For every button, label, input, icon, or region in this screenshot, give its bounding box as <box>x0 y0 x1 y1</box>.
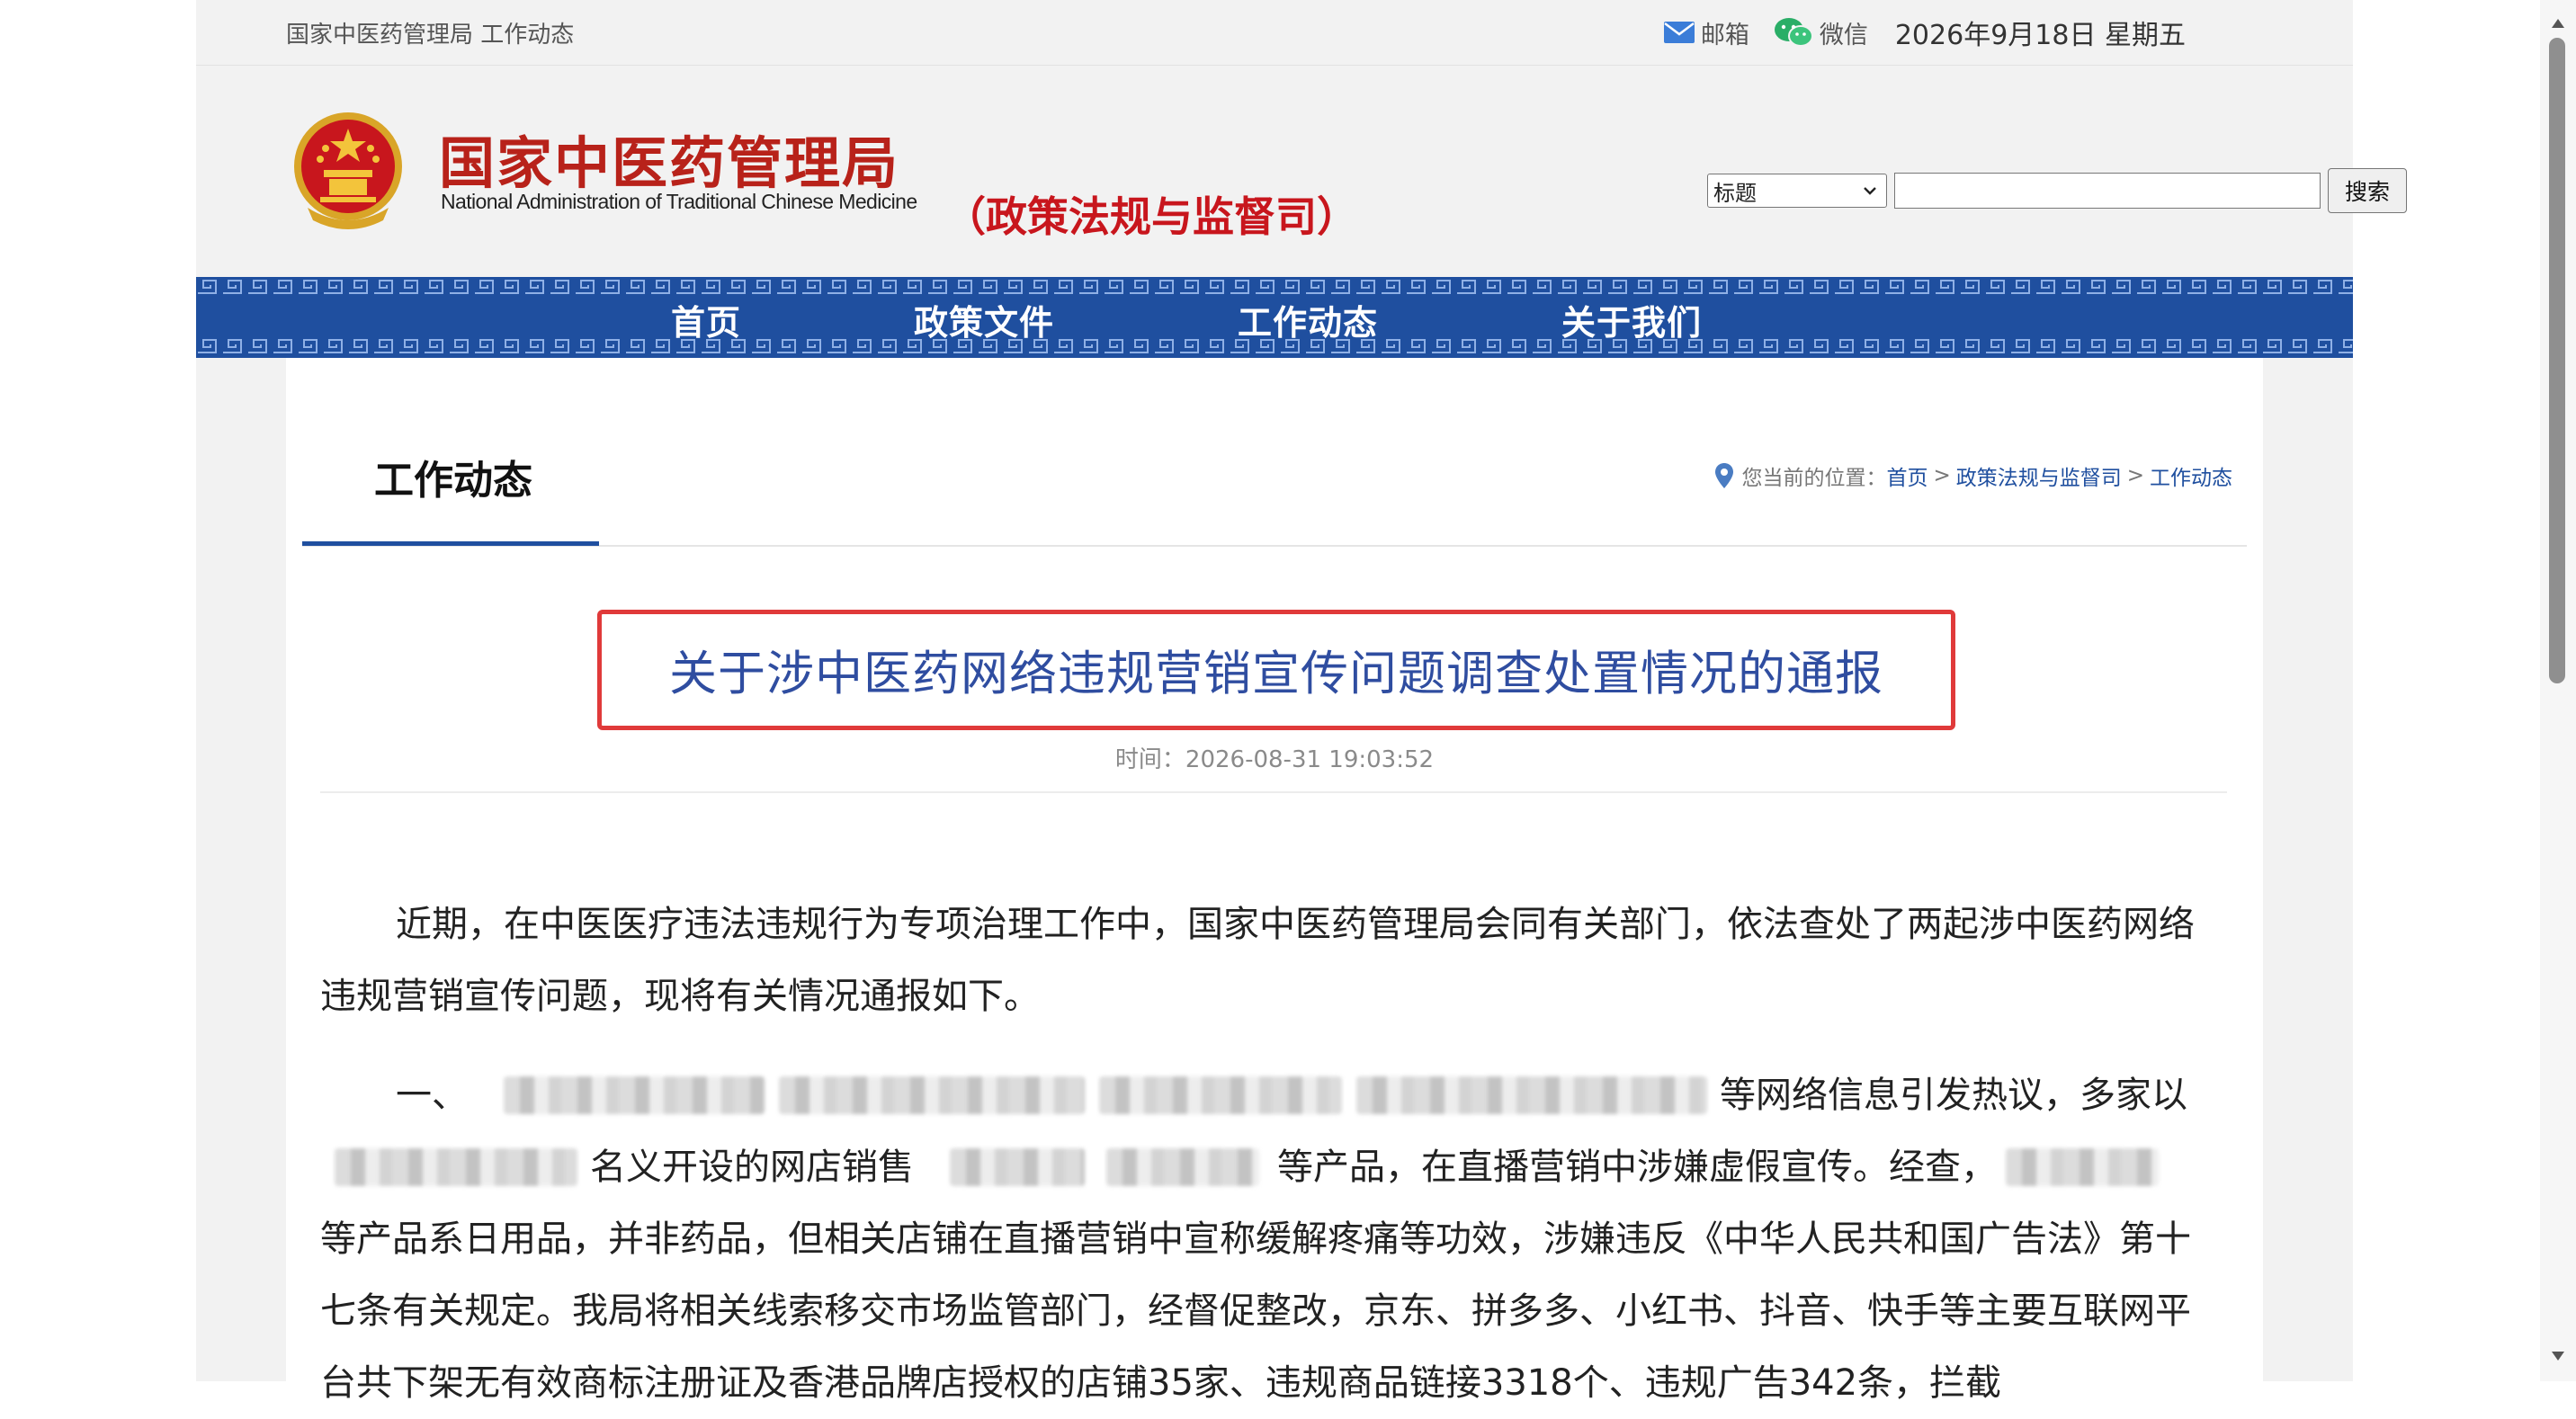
site-label: 国家中医药管理局 工作动态 <box>286 22 575 49</box>
chevron-down-icon <box>1864 187 1876 195</box>
scroll-up-arrow-icon[interactable] <box>2551 18 2565 29</box>
breadcrumb: 您当前的位置： 首页 > 政策法规与监督司 > 工作动态 <box>1714 460 2232 491</box>
article-paragraph-2: 一、 等网络信息引发热议，多家以名义开设的网店销售 等产品，在直播营销中涉嫌虚假宣传… <box>320 1059 2211 1419</box>
breadcrumb-separator: > <box>1933 464 1951 487</box>
paragraph-segment: 名义开设的网店销售 <box>590 1147 914 1188</box>
mail-icon <box>1663 22 1695 43</box>
nav-item-policy-files[interactable]: 政策文件 <box>914 295 1054 344</box>
section-active-underline <box>302 541 599 546</box>
article-time: 时间：2026-08-31 19:03:52 <box>1114 746 1435 773</box>
nav-items: 首页 政策文件 工作动态 关于我们 <box>196 277 2353 358</box>
article-title-highlight: 关于涉中医药网络违规营销宣传问题调查处置情况的通报 <box>597 610 1955 730</box>
wechat-link[interactable]: 微信 <box>1773 15 1868 50</box>
mail-link[interactable]: 邮箱 <box>1663 15 1749 50</box>
scrollbar-thumb[interactable] <box>2549 38 2565 683</box>
article-title: 关于涉中医药网络违规营销宣传问题调查处置情况的通报 <box>669 647 1883 701</box>
department-name: （政策法规与监督司） <box>944 192 1358 241</box>
mail-label: 邮箱 <box>1700 21 1749 49</box>
national-emblem-icon[interactable] <box>290 107 407 233</box>
search-field-select[interactable]: 标题 <box>1707 174 1887 208</box>
scroll-down-arrow-icon[interactable] <box>2551 1351 2565 1361</box>
redacted-text <box>2006 1148 2159 1186</box>
search-input[interactable] <box>1894 173 2321 209</box>
vertical-scrollbar[interactable] <box>2540 0 2576 1381</box>
nav-item-work-news[interactable]: 工作动态 <box>1238 295 1378 344</box>
redacted-text <box>950 1148 1085 1186</box>
nav-item-home[interactable]: 首页 <box>671 295 741 344</box>
redacted-text <box>779 1076 1085 1114</box>
topbar-links: 邮箱 微信 2026年9月18日 星期五 <box>1640 13 2186 52</box>
search-select-value: 标题 <box>1713 180 1757 206</box>
logo-chinese-name: 国家中医药管理局 <box>439 130 900 196</box>
redacted-text <box>1099 1076 1342 1114</box>
search-button[interactable]: 搜索 <box>2328 168 2407 213</box>
redacted-text <box>1356 1076 1707 1114</box>
redacted-text <box>335 1148 577 1186</box>
paragraph-segment: 等产品系日用品，并非药品，但相关店铺在直播营销中宣称缓解疼痛等功效，涉嫌违反《中… <box>320 1218 2191 1404</box>
location-pin-icon <box>1715 463 1734 488</box>
main-content: 工作动态 您当前的位置： 首页 > 政策法规与监督司 > 工作动态 关于涉中医药… <box>286 358 2263 1404</box>
nav-item-about-us[interactable]: 关于我们 <box>1561 295 1702 344</box>
paragraph-segment: 等产品，在直播营销中涉嫌虚假宣传。经查， <box>1277 1147 1997 1188</box>
meta-divider <box>320 791 2227 793</box>
logo-english-name: National Administration of Traditional C… <box>441 190 917 213</box>
paragraph-segment: 等网络信息引发热议，多家以 <box>1720 1075 2187 1116</box>
search-area: 标题 搜索 <box>1707 168 2407 213</box>
current-date: 2026年9月18日 星期五 <box>1894 20 2186 51</box>
wechat-icon <box>1774 18 1813 47</box>
breadcrumb-separator: > <box>2126 464 2144 487</box>
paragraph-lead: 一、 <box>396 1075 468 1116</box>
wechat-label: 微信 <box>1819 21 1868 49</box>
breadcrumb-work-news[interactable]: 工作动态 <box>2150 460 2232 491</box>
article-body: 近期，在中医医疗违法违规行为专项治理工作中，国家中医药管理局会同有关部门，依法查… <box>320 888 2211 1419</box>
redacted-text <box>1106 1148 1259 1186</box>
section-title: 工作动态 <box>374 458 532 504</box>
main-navigation: 首页 政策文件 工作动态 关于我们 <box>196 277 2353 358</box>
redacted-text <box>504 1076 765 1114</box>
article-paragraph-1: 近期，在中医医疗违法违规行为专项治理工作中，国家中医药管理局会同有关部门，依法查… <box>320 904 2195 1017</box>
breadcrumb-department[interactable]: 政策法规与监督司 <box>1956 460 2122 491</box>
breadcrumb-prefix: 您当前的位置： <box>1741 467 1887 490</box>
top-utility-bar: 国家中医药管理局 工作动态 邮箱 微信 2026年9月18日 星期五 <box>196 0 2353 66</box>
breadcrumb-home[interactable]: 首页 <box>1886 460 1928 491</box>
site-header: 国家中医药管理局 National Administration of Trad… <box>196 66 2407 277</box>
